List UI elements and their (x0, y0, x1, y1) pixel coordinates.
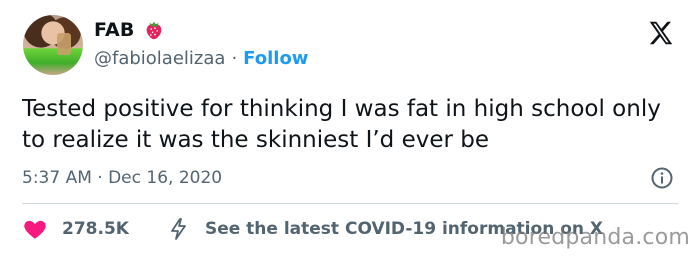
divider (22, 203, 678, 204)
info-icon[interactable] (650, 166, 674, 190)
strawberry-icon (146, 21, 161, 40)
heart-icon[interactable] (22, 216, 48, 242)
x-logo-icon[interactable] (646, 18, 676, 48)
lightning-icon (171, 218, 186, 240)
author-handle[interactable]: @fabiolaelizaa (94, 48, 225, 69)
author-display-name[interactable]: FAB (94, 19, 135, 41)
author-name-row: FAB (94, 19, 165, 41)
like-count[interactable]: 278.5K (62, 219, 129, 239)
handle-row: @fabiolaelizaa · Follow (94, 48, 308, 69)
tweet-text: Tested positive for thinking I was fat i… (22, 96, 661, 153)
separator-dot: · (231, 48, 238, 69)
tweet-timestamp[interactable]: 5:37 AM · Dec 16, 2020 (22, 168, 222, 188)
avatar[interactable] (23, 15, 83, 75)
follow-button[interactable]: Follow (243, 48, 308, 69)
watermark: boredpanda.com (500, 225, 690, 250)
